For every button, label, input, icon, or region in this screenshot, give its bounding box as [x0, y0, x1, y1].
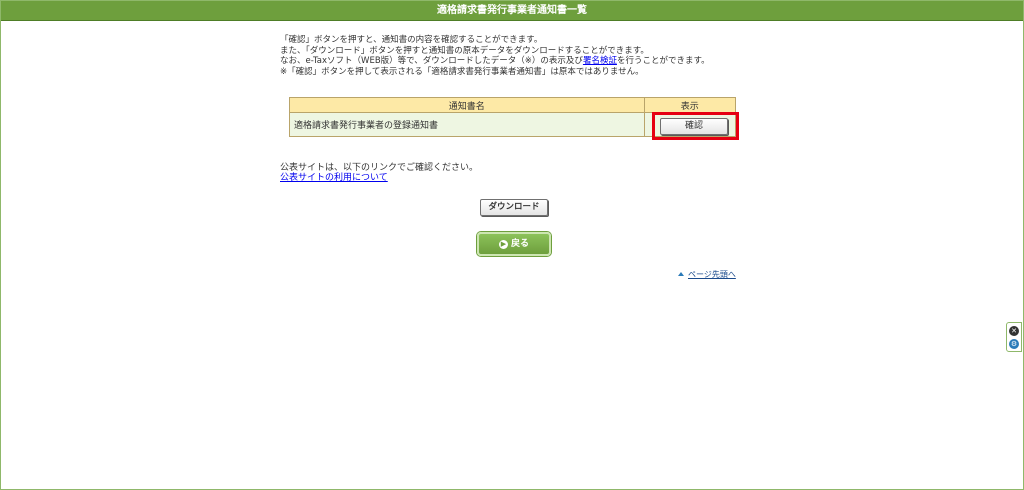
note-line-3-before: なお、e-Taxソフト（WEB版）等で、ダウンロードしたデータ（※）の表示及び — [280, 56, 583, 66]
publish-site-text: 公表サイトは、以下のリンクでご確認ください。 — [280, 163, 479, 173]
page-top-label: ページ先頭へ — [688, 270, 736, 279]
side-widget: ✕ ⚙ — [1006, 322, 1022, 352]
back-button[interactable]: ▶ 戻る — [477, 232, 551, 256]
gear-icon[interactable]: ⚙ — [1009, 339, 1019, 349]
up-arrow-icon — [678, 272, 684, 276]
page-top-link[interactable]: ページ先頭へ — [677, 270, 736, 280]
row-notice-name: 適格請求書発行事業者の登録通知書 — [289, 112, 645, 137]
page-frame: 適格請求書発行事業者通知書一覧 「確認」ボタンを押すと、通知書の内容を確認するこ… — [0, 0, 1024, 490]
confirm-button[interactable]: 確認 — [660, 118, 728, 135]
arrow-right-circle-icon: ▶ — [498, 240, 508, 249]
note-line-1: 「確認」ボタンを押すと、通知書の内容を確認することができます。 — [280, 35, 543, 45]
page-title: 適格請求書発行事業者通知書一覧 — [1, 1, 1023, 21]
publish-site-link[interactable]: 公表サイトの利用について — [280, 173, 388, 184]
instruction-notes: 「確認」ボタンを押すと、通知書の内容を確認することができます。 また、「ダウンロ… — [280, 35, 760, 77]
table-header-row: 通知書名 表示 — [289, 97, 736, 113]
column-header-action: 表示 — [643, 97, 736, 113]
note-line-3-after: を行うことができます。 — [616, 56, 710, 66]
signature-verify-link[interactable]: 署名検証 — [583, 56, 617, 66]
download-button[interactable]: ダウンロード — [480, 199, 548, 216]
note-line-3: なお、e-Taxソフト（WEB版）等で、ダウンロードしたデータ（※）の表示及び署… — [280, 56, 760, 67]
note-line-2: また、「ダウンロード」ボタンを押すと通知書の原本データをダウンロードすることがで… — [280, 45, 649, 56]
close-icon[interactable]: ✕ — [1009, 326, 1019, 336]
note-line-4: ※「確認」ボタンを押して表示される「適格請求書発行事業者通知書」は原本ではありま… — [280, 66, 644, 77]
column-header-name: 通知書名 — [289, 97, 645, 113]
back-button-label: 戻る — [510, 239, 529, 249]
